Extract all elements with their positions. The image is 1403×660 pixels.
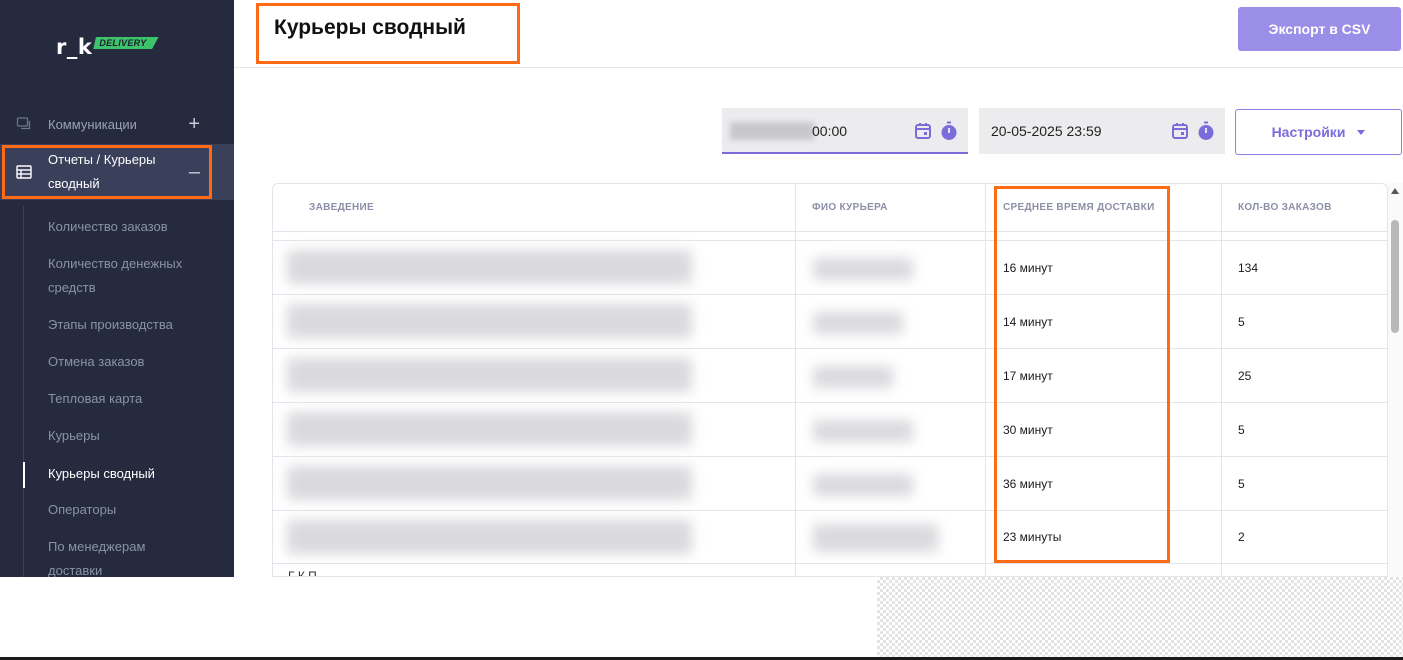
calendar-icon[interactable] <box>914 122 932 140</box>
timer-icon[interactable] <box>1197 121 1215 141</box>
cell-orders: 5 <box>1238 477 1245 491</box>
redacted-courier <box>813 258 913 280</box>
sidebar-item-communications[interactable]: Коммуникации + <box>0 112 234 136</box>
chevron-down-icon <box>1357 129 1366 135</box>
settings-button[interactable]: Настройки <box>1235 109 1402 155</box>
logo[interactable]: r_k DELIVERY <box>56 35 159 59</box>
submenu-item-operators[interactable]: Операторы <box>48 498 116 522</box>
redacted-courier <box>813 474 913 496</box>
column-divider <box>985 184 986 576</box>
redacted-venue <box>287 358 692 392</box>
redacted-courier <box>813 524 938 552</box>
row-divider <box>273 510 1387 511</box>
cell-orders: 2 <box>1238 530 1245 544</box>
submenu-active-indicator <box>23 462 25 488</box>
transparent-area <box>877 577 1403 657</box>
submenu-item-heatmap[interactable]: Тепловая карта <box>48 387 142 411</box>
submenu-item-order-cancel[interactable]: Отмена заказов <box>48 350 144 374</box>
cell-orders: 134 <box>1238 261 1259 275</box>
submenu-item-production-stages[interactable]: Этапы производства <box>48 313 173 337</box>
submenu-item-delivery-managers[interactable]: По менеджерам доставки <box>48 535 178 577</box>
logo-tag: DELIVERY <box>93 37 159 49</box>
redacted-courier <box>813 420 913 442</box>
settings-label: Настройки <box>1271 124 1346 140</box>
row-divider <box>273 563 1387 564</box>
couriers-summary-table: ЗАВЕДЕНИЕ ФИО КУРЬЕРА СРЕДНЕЕ ВРЕМЯ ДОСТ… <box>272 183 1388 577</box>
row-divider <box>273 456 1387 457</box>
cell-orders: 25 <box>1238 369 1252 383</box>
date-to-field[interactable]: 20-05-2025 23:59 <box>979 108 1225 154</box>
date-from-field[interactable]: 00:00 <box>722 108 968 154</box>
app-window: r_k DELIVERY Коммуникации + Отчеты / Кур… <box>0 0 1403 660</box>
annotation-box-nav <box>2 145 212 199</box>
column-header-venue[interactable]: ЗАВЕДЕНИЕ <box>309 184 374 232</box>
cell-orders: 5 <box>1238 423 1245 437</box>
redacted-venue <box>287 520 692 554</box>
timer-icon[interactable] <box>940 121 958 141</box>
export-csv-button[interactable]: Экспорт в CSV <box>1238 7 1401 51</box>
column-divider <box>1221 184 1222 576</box>
row-divider <box>273 348 1387 349</box>
date-to-value: 20-05-2025 23:59 <box>991 123 1102 139</box>
scroll-thumb[interactable] <box>1391 220 1399 333</box>
redacted-courier <box>813 312 903 334</box>
sidebar-item-label: Коммуникации <box>48 116 137 132</box>
column-header-orders-count[interactable]: КОЛ-ВО ЗАКАЗОВ <box>1238 184 1332 232</box>
redacted-venue <box>287 250 692 284</box>
row-divider <box>273 231 1387 232</box>
column-divider <box>795 184 796 576</box>
submenu-item-orders-count[interactable]: Количество заказов <box>48 215 168 239</box>
submenu-item-couriers[interactable]: Курьеры <box>48 424 100 448</box>
chat-icon <box>15 115 33 133</box>
expand-icon[interactable]: + <box>188 114 200 134</box>
cell-orders: 5 <box>1238 315 1245 329</box>
sidebar: r_k DELIVERY Коммуникации + Отчеты / Кур… <box>0 0 234 577</box>
redacted-date <box>730 122 814 140</box>
date-from-value: 00:00 <box>812 123 848 139</box>
redacted-venue <box>287 304 692 338</box>
row-divider <box>273 240 1387 241</box>
submenu-line <box>23 206 24 577</box>
partial-row-text: Г К П <box>288 569 317 577</box>
annotation-box-title <box>256 3 520 64</box>
row-divider <box>273 402 1387 403</box>
annotation-box-avg-time <box>994 186 1170 563</box>
row-divider <box>273 294 1387 295</box>
column-header-courier-name[interactable]: ФИО КУРЬЕРА <box>812 184 888 232</box>
scroll-up-arrow-icon[interactable] <box>1391 188 1399 194</box>
submenu-item-money[interactable]: Количество денежных средств <box>48 252 198 300</box>
redacted-venue <box>287 412 692 446</box>
calendar-icon[interactable] <box>1171 122 1189 140</box>
redacted-venue <box>287 466 692 500</box>
redacted-courier <box>813 366 893 388</box>
submenu-item-couriers-summary[interactable]: Курьеры сводный <box>48 462 155 486</box>
logo-text: r_k <box>56 35 93 59</box>
